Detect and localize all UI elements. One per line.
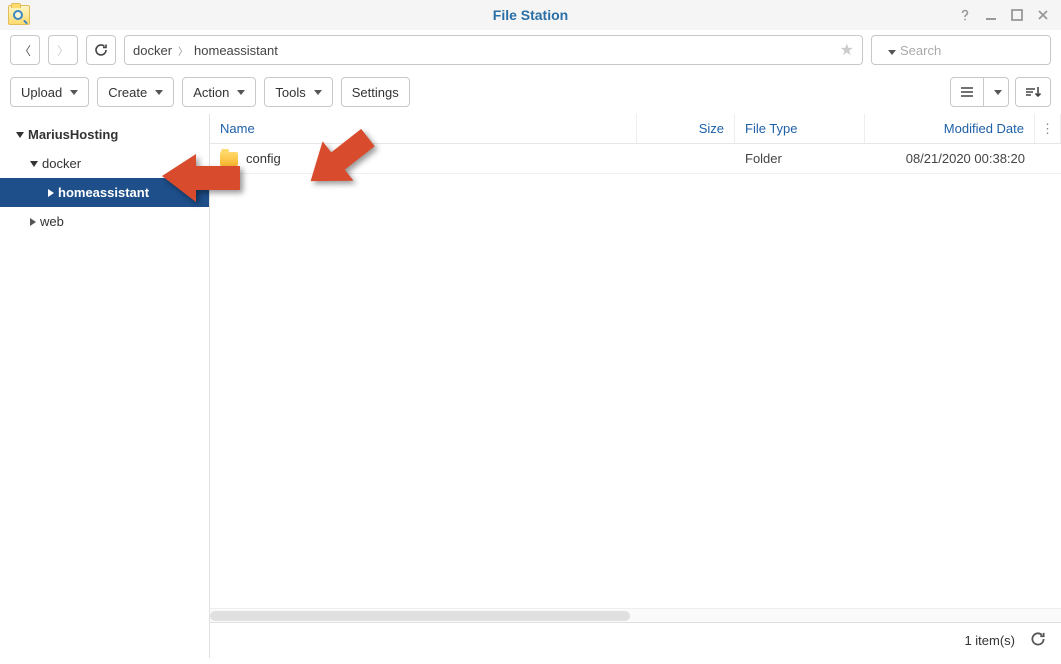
tree-item-label: docker	[42, 149, 81, 178]
action-button[interactable]: Action	[182, 77, 256, 107]
tree-root[interactable]: MariusHosting	[0, 120, 209, 149]
refresh-button[interactable]	[86, 35, 116, 65]
scrollbar-thumb[interactable]	[210, 611, 630, 621]
tree-item-label: web	[40, 207, 64, 236]
maximize-button[interactable]	[1007, 5, 1027, 25]
breadcrumb[interactable]: docker 〉 homeassistant ★	[124, 35, 863, 65]
chevron-right-icon: 〉	[178, 43, 188, 58]
item-count: 1 item(s)	[964, 633, 1015, 648]
column-headers: Name Size File Type Modified Date ⋮	[210, 114, 1061, 144]
back-button[interactable]: 〈	[10, 35, 40, 65]
tree-root-label: MariusHosting	[28, 120, 118, 149]
titlebar: File Station	[0, 0, 1061, 30]
favorite-icon[interactable]: ★	[840, 40, 854, 60]
view-dropdown[interactable]	[984, 77, 1009, 107]
column-menu-button[interactable]: ⋮	[1035, 114, 1061, 143]
refresh-icon[interactable]	[1029, 630, 1047, 652]
file-name: config	[246, 151, 281, 166]
breadcrumb-segment[interactable]: docker	[133, 43, 172, 58]
chevron-down-icon[interactable]	[16, 132, 24, 138]
status-bar: 1 item(s)	[210, 622, 1061, 658]
search-field[interactable]	[900, 43, 1061, 58]
minimize-button[interactable]	[981, 5, 1001, 25]
chevron-down-icon[interactable]	[30, 161, 38, 167]
folder-icon	[220, 152, 238, 166]
column-header-size[interactable]: Size	[637, 114, 735, 143]
app-icon	[8, 5, 30, 25]
tree-item-web[interactable]: web	[0, 207, 209, 236]
file-list: config Folder 08/21/2020 00:38:20	[210, 144, 1061, 622]
upload-button[interactable]: Upload	[10, 77, 89, 107]
chevron-down-icon	[884, 43, 896, 58]
tree-item-docker[interactable]: docker	[0, 149, 209, 178]
settings-button[interactable]: Settings	[341, 77, 410, 107]
tree-item-label: homeassistant	[58, 178, 149, 207]
cell-type: Folder	[735, 151, 865, 166]
action-toolbar: Upload Create Action Tools Settings	[0, 70, 1061, 114]
tree-item-homeassistant[interactable]: homeassistant	[0, 178, 209, 207]
column-header-name[interactable]: Name	[210, 114, 637, 143]
table-row[interactable]: config Folder 08/21/2020 00:38:20	[210, 144, 1061, 174]
chevron-right-icon[interactable]	[30, 218, 36, 226]
window-title: File Station	[353, 7, 708, 23]
help-icon[interactable]	[955, 5, 975, 25]
close-button[interactable]	[1033, 5, 1053, 25]
cell-date: 08/21/2020 00:38:20	[865, 151, 1035, 166]
list-view-icon[interactable]	[950, 77, 984, 107]
horizontal-scrollbar[interactable]	[210, 608, 1061, 622]
search-input[interactable]	[871, 35, 1051, 65]
breadcrumb-segment[interactable]: homeassistant	[194, 43, 278, 58]
tools-button[interactable]: Tools	[264, 77, 332, 107]
create-button[interactable]: Create	[97, 77, 174, 107]
column-header-date[interactable]: Modified Date	[865, 114, 1035, 143]
content-pane: Name Size File Type Modified Date ⋮ conf…	[210, 114, 1061, 658]
main-area: MariusHosting docker homeassistant web N…	[0, 114, 1061, 658]
sort-button[interactable]	[1015, 77, 1051, 107]
nav-toolbar: 〈 〉 docker 〉 homeassistant ★	[0, 30, 1061, 70]
forward-button[interactable]: 〉	[48, 35, 78, 65]
column-header-type[interactable]: File Type	[735, 114, 865, 143]
cell-name: config	[210, 151, 637, 166]
view-mode-button[interactable]	[950, 77, 1009, 107]
chevron-right-icon[interactable]	[48, 189, 54, 197]
sidebar: MariusHosting docker homeassistant web	[0, 114, 210, 658]
